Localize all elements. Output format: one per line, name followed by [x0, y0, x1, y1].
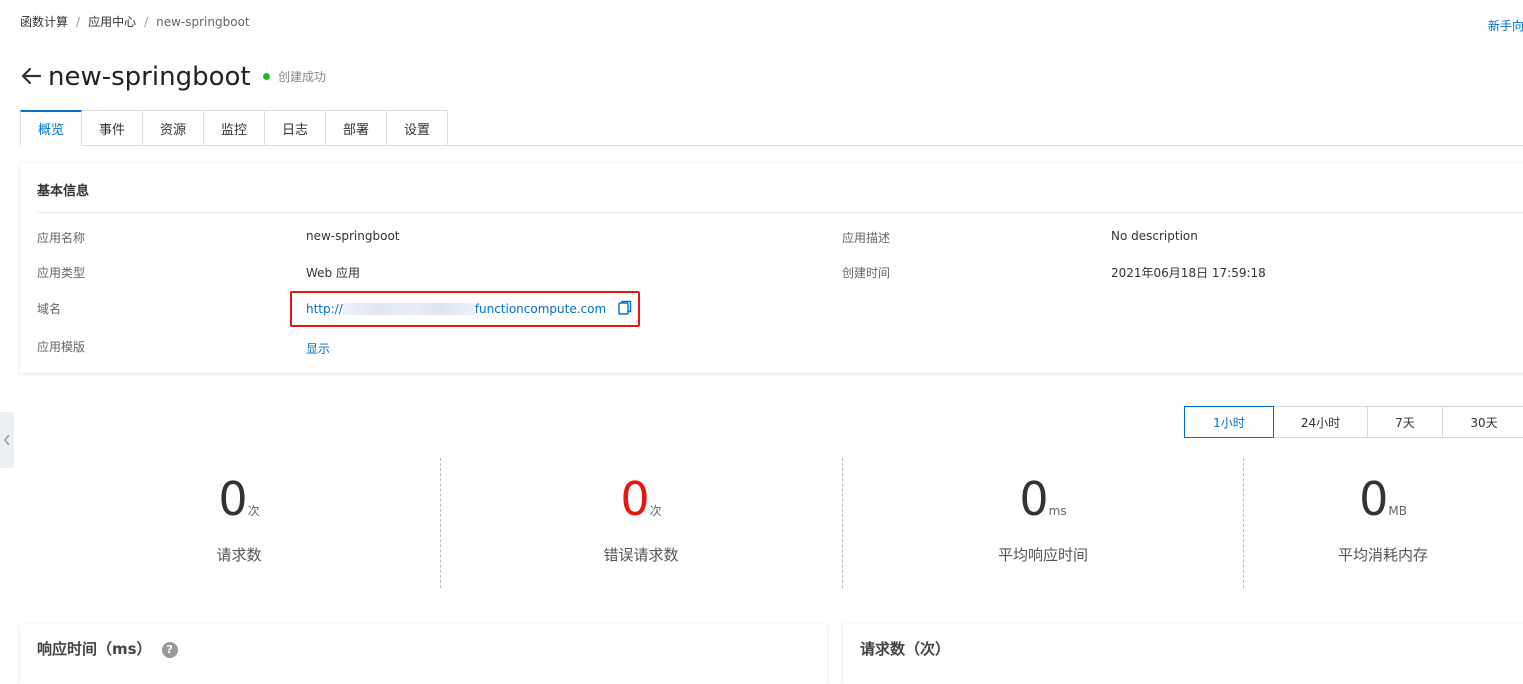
range-24h-button[interactable]: 24小时 [1274, 406, 1368, 438]
breadcrumb: 函数计算 / 应用中心 / new-springboot [20, 13, 250, 30]
tab-events[interactable]: 事件 [82, 110, 143, 146]
created-time-value: 2021年06月18日 17:59:18 [1111, 266, 1266, 280]
app-desc-value: No description [1111, 229, 1198, 243]
breadcrumb-item-fc[interactable]: 函数计算 [20, 15, 68, 29]
page-title: new-springboot [48, 62, 251, 92]
stat-unit: 次 [649, 504, 662, 518]
help-icon[interactable]: ? [161, 642, 178, 658]
status-text: 创建成功 [278, 70, 327, 84]
time-range-selector: 1小时 24小时 7天 30天 [1184, 406, 1523, 438]
stat-value: 0 [620, 472, 650, 526]
app-name-value: new-springboot [306, 229, 400, 243]
tab-deploy[interactable]: 部署 [326, 110, 387, 146]
requests-panel-title: 请求数（次） [860, 640, 951, 658]
app-desc-label: 应用描述 [842, 231, 891, 245]
stat-unit: 次 [247, 504, 260, 518]
created-time-label: 创建时间 [842, 266, 891, 280]
card-divider [37, 212, 1523, 213]
stat-label: 错误请求数 [603, 546, 679, 564]
app-type-value: Web 应用 [306, 266, 360, 280]
stat-value: 0 [1019, 472, 1049, 526]
tab-bar: 概览 事件 资源 监控 日志 部署 设置 [20, 110, 448, 146]
breadcrumb-separator: / [144, 15, 149, 29]
app-name-label: 应用名称 [37, 231, 86, 245]
beginner-guide-link[interactable]: 新手向 [1488, 17, 1523, 34]
back-arrow-icon[interactable] [20, 66, 42, 86]
stat-avg-memory: 0MB 平均消耗内存 [1243, 470, 1523, 590]
template-show-link[interactable]: 显示 [306, 340, 330, 357]
app-type-label: 应用类型 [37, 266, 86, 280]
panel-title-text: 响应时间（ms） [37, 640, 152, 658]
basic-info-card [20, 163, 1523, 373]
tab-overview[interactable]: 概览 [20, 110, 82, 146]
tab-resources[interactable]: 资源 [143, 110, 204, 146]
domain-highlight-box [290, 291, 640, 327]
breadcrumb-item-app-center[interactable]: 应用中心 [88, 15, 136, 29]
stat-unit: ms [1048, 504, 1067, 518]
basic-info-title: 基本信息 [37, 184, 90, 199]
stat-label: 平均响应时间 [997, 546, 1088, 564]
stat-value: 0 [218, 472, 248, 526]
response-time-panel-title: 响应时间（ms）? [37, 638, 178, 659]
stat-value: 0 [1359, 472, 1389, 526]
tab-monitoring[interactable]: 监控 [204, 110, 265, 146]
stat-avg-response-time: 0ms 平均响应时间 [842, 470, 1244, 590]
range-30d-button[interactable]: 30天 [1443, 406, 1523, 438]
range-1h-button[interactable]: 1小时 [1184, 406, 1274, 438]
stat-label: 平均消耗内存 [1337, 546, 1428, 564]
stat-error-requests: 0次 错误请求数 [440, 470, 842, 590]
stat-unit: MB [1388, 504, 1407, 518]
template-label: 应用模版 [37, 340, 86, 354]
range-7d-button[interactable]: 7天 [1368, 406, 1443, 438]
stat-requests: 0次 请求数 [38, 470, 440, 590]
stat-label: 请求数 [216, 546, 262, 564]
sidebar-collapse-handle[interactable] [0, 412, 14, 468]
chevron-left-icon [4, 434, 10, 446]
breadcrumb-item-current: new-springboot [156, 15, 250, 29]
tab-logs[interactable]: 日志 [265, 110, 326, 146]
status-dot-icon [263, 73, 270, 80]
breadcrumb-separator: / [76, 15, 81, 29]
tab-settings[interactable]: 设置 [387, 110, 448, 146]
domain-label: 域名 [37, 302, 62, 316]
